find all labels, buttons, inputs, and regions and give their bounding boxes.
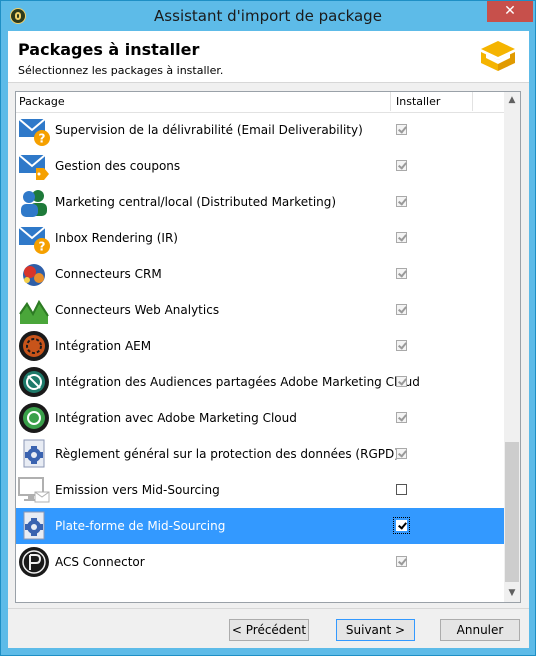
install-checkbox[interactable]	[396, 412, 407, 423]
email-question-icon: ?	[18, 226, 50, 254]
package-label: Intégration des Audiences partagées Adob…	[55, 375, 420, 389]
page-title: Packages à installer	[18, 40, 200, 59]
package-row[interactable]: Connecteurs Web Analytics	[16, 292, 504, 328]
email-coupon-icon	[18, 154, 49, 180]
vertical-scrollbar[interactable]: ▲ ▼	[504, 92, 520, 602]
package-label: Intégration AEM	[55, 339, 152, 353]
aem-icon	[19, 331, 49, 361]
package-label: Supervision de la délivrabilité (Email D…	[55, 123, 363, 137]
package-label: ACS Connector	[55, 555, 145, 569]
package-row[interactable]: ? Supervision de la délivrabilité (Email …	[16, 112, 504, 148]
users-icon	[21, 190, 47, 217]
package-label: Gestion des coupons	[55, 159, 181, 173]
gear-document-icon	[23, 439, 45, 468]
monitor-email-icon	[18, 477, 50, 503]
install-checkbox[interactable]	[396, 160, 407, 171]
previous-button[interactable]: < Précédent	[229, 619, 309, 641]
scrollbar-thumb[interactable]	[505, 442, 519, 582]
footer-divider	[8, 608, 529, 609]
audiences-icon	[19, 367, 49, 397]
package-row[interactable]: Plate-forme de Mid-Sourcing	[16, 508, 504, 544]
package-logo-icon	[481, 41, 515, 71]
window-title: Assistant d'import de package	[154, 7, 382, 25]
install-checkbox[interactable]	[396, 124, 407, 135]
package-row[interactable]: ? Inbox Rendering (IR)	[16, 220, 504, 256]
page-subtitle: Sélectionnez les packages à installer.	[18, 64, 224, 77]
package-row[interactable]: Intégration des Audiences partagées Adob…	[16, 364, 504, 400]
column-header-package[interactable]: Package	[19, 95, 65, 108]
package-label: Emission vers Mid-Sourcing	[55, 483, 220, 497]
install-checkbox[interactable]	[396, 196, 407, 207]
close-button[interactable]: ✕	[487, 1, 533, 22]
install-checkbox[interactable]	[396, 484, 407, 495]
wizard-header: Packages à installer Sélectionnez les pa…	[8, 31, 529, 83]
scroll-up-arrow-icon[interactable]: ▲	[504, 92, 520, 109]
web-analytics-icon	[19, 299, 49, 324]
cancel-button[interactable]: Annuler	[440, 619, 520, 641]
marketing-cloud-icon	[19, 403, 49, 433]
title-bar[interactable]: Assistant d'import de package ✕	[1, 1, 535, 31]
list-column-header: Package Installer	[16, 92, 504, 113]
acs-connector-icon	[19, 547, 49, 577]
package-row[interactable]: Connecteurs CRM	[16, 256, 504, 292]
column-divider[interactable]	[472, 92, 473, 111]
package-rows: ? Supervision de la délivrabilité (Email …	[16, 112, 504, 580]
package-label: Intégration avec Adobe Marketing Cloud	[55, 411, 297, 425]
install-checkbox[interactable]	[396, 556, 407, 567]
crm-connector-icon	[23, 264, 45, 286]
install-checkbox[interactable]	[396, 340, 407, 351]
svg-text:?: ?	[39, 240, 46, 254]
package-row[interactable]: Intégration avec Adobe Marketing Cloud	[16, 400, 504, 436]
package-label: Inbox Rendering (IR)	[55, 231, 178, 245]
install-checkbox[interactable]	[396, 268, 407, 279]
package-row[interactable]: Intégration AEM	[16, 328, 504, 364]
package-row[interactable]: ACS Connector	[16, 544, 504, 580]
package-label: Règlement général sur la protection des …	[55, 447, 399, 461]
dialog-body: Packages à installer Sélectionnez les pa…	[8, 31, 529, 648]
next-button[interactable]: Suivant >	[336, 619, 415, 641]
package-label: Connecteurs Web Analytics	[55, 303, 220, 317]
install-checkbox[interactable]	[396, 376, 407, 387]
install-checkbox[interactable]	[396, 520, 407, 531]
install-checkbox[interactable]	[396, 232, 407, 243]
package-row[interactable]: Marketing central/local (Distributed Mar…	[16, 184, 504, 220]
svg-text:?: ?	[39, 132, 46, 146]
column-divider[interactable]	[390, 92, 391, 111]
email-question-icon: ?	[18, 118, 50, 146]
install-checkbox[interactable]	[396, 448, 407, 459]
package-label: Plate-forme de Mid-Sourcing	[55, 519, 226, 533]
column-header-installer[interactable]: Installer	[396, 95, 440, 108]
packages-list: Package Installer ? Supervision de la dél…	[15, 91, 521, 603]
gear-document-icon	[23, 511, 45, 540]
package-row[interactable]: Règlement général sur la protection des …	[16, 436, 504, 472]
package-row[interactable]: Emission vers Mid-Sourcing	[16, 472, 504, 508]
package-label: Marketing central/local (Distributed Mar…	[55, 195, 337, 209]
package-row[interactable]: Gestion des coupons	[16, 148, 504, 184]
install-checkbox[interactable]	[396, 304, 407, 315]
import-package-wizard-window: Assistant d'import de package ✕ Packages…	[0, 0, 536, 656]
package-label: Connecteurs CRM	[55, 267, 162, 281]
scroll-down-arrow-icon[interactable]: ▼	[504, 585, 520, 602]
